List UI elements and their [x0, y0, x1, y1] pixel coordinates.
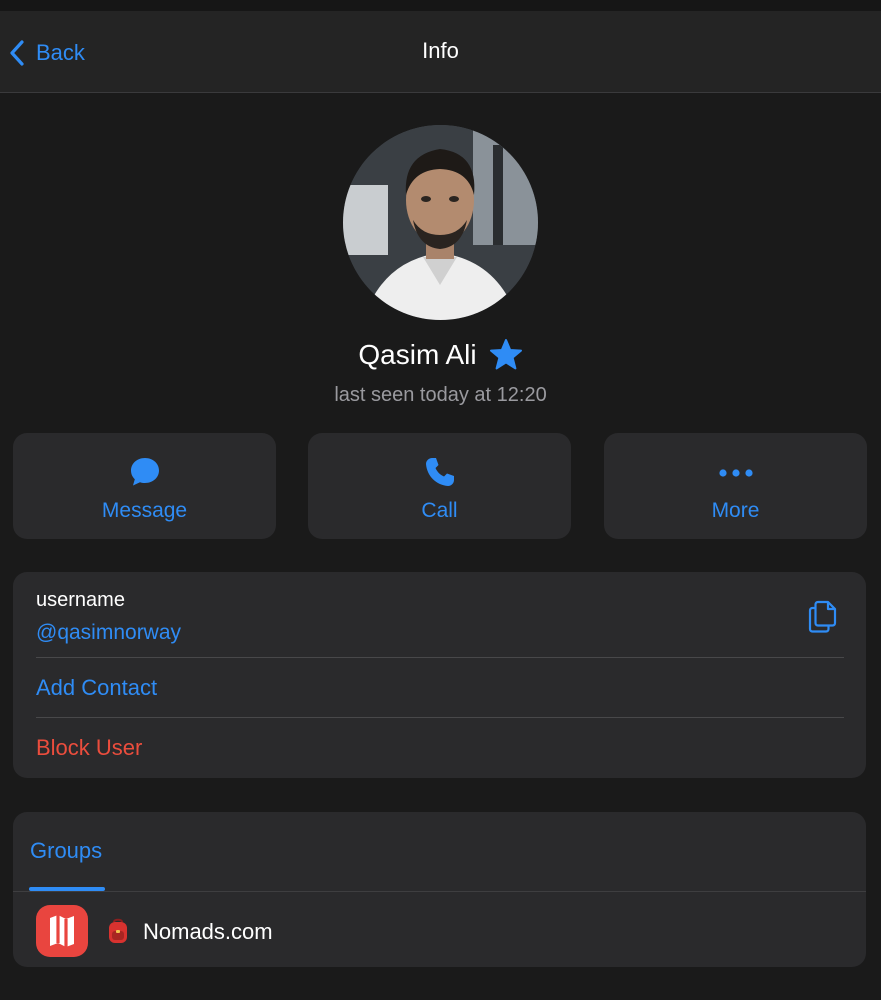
message-label: Message — [101, 499, 188, 522]
block-user-button[interactable]: Block User — [36, 735, 142, 761]
username-label: username — [36, 589, 125, 611]
copy-icon[interactable] — [807, 598, 841, 634]
profile-photo — [343, 125, 538, 320]
user-info-card: username @qasimnorway Add Contact Block … — [13, 572, 866, 778]
group-name: Nomads.com — [143, 919, 273, 944]
phone-icon — [425, 458, 454, 486]
backpack-emoji — [109, 918, 127, 943]
more-label: More — [711, 499, 760, 522]
profile-name: Qasim Ali — [358, 339, 477, 370]
navigation-bar: Back Info — [0, 11, 881, 93]
call-button[interactable]: Call — [308, 433, 571, 539]
tab-groups[interactable]: Groups — [30, 838, 102, 864]
message-button[interactable]: Message — [13, 433, 276, 539]
profile-avatar[interactable] — [343, 125, 538, 320]
call-label: Call — [421, 499, 458, 522]
page-title: Info — [422, 38, 459, 63]
more-dots-icon — [718, 469, 753, 477]
group-list-item[interactable]: Nomads.com — [13, 892, 866, 967]
last-seen-status: last seen today at 12:20 — [334, 384, 547, 406]
divider — [36, 717, 844, 718]
add-contact-button[interactable]: Add Contact — [36, 675, 157, 701]
more-button[interactable]: More — [604, 433, 867, 539]
divider — [36, 657, 844, 658]
message-bubble-icon — [130, 458, 159, 486]
shared-groups-card: Groups Nomads.com — [13, 812, 866, 967]
group-avatar — [36, 905, 88, 957]
username-value[interactable]: @qasimnorway — [36, 621, 181, 645]
premium-star-icon[interactable] — [489, 338, 523, 372]
status-strip — [0, 0, 881, 11]
profile-name-row: Qasim Ali — [0, 338, 881, 372]
nomads-logo-icon — [50, 915, 74, 947]
